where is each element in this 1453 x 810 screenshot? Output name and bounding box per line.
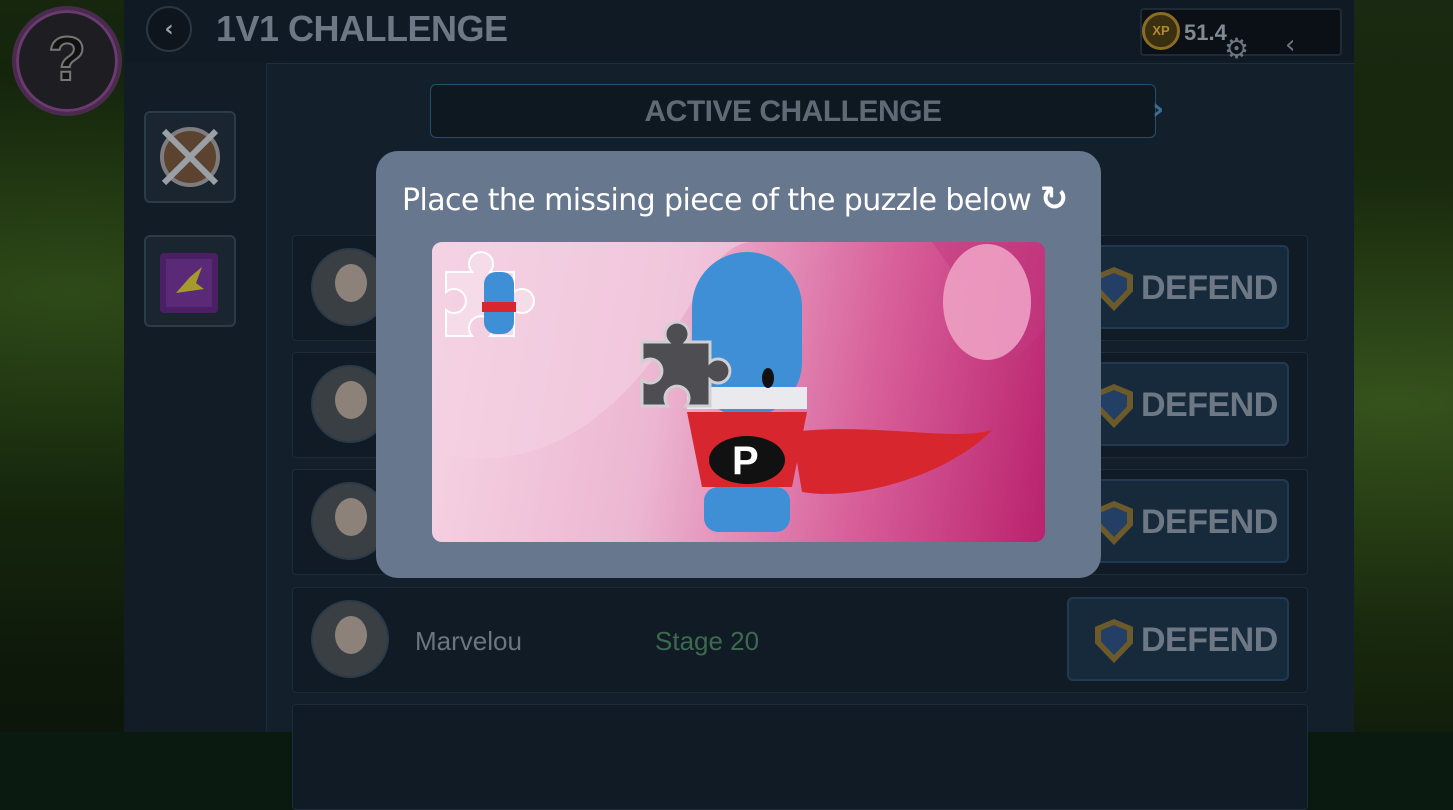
captcha-illustration: P [432, 242, 1045, 532]
challenge-row [292, 704, 1308, 810]
back-button[interactable]: ‹ [146, 6, 192, 52]
spellbook-icon [160, 253, 218, 313]
crossed-swords-icon [160, 127, 220, 187]
gear-icon[interactable]: ⚙ [1224, 32, 1254, 65]
challenge-row: Marvelou Stage 20 DEFEND [292, 587, 1308, 693]
puzzle-image: P [432, 242, 1045, 542]
side-menu [124, 63, 267, 732]
active-challenge-tab[interactable]: ACTIVE CHALLENGE [430, 84, 1156, 138]
captcha-instruction: Place the missing piece of the puzzle be… [402, 183, 1032, 218]
battle-tab-button[interactable] [144, 111, 236, 203]
page-title: 1V1 CHALLENGE [216, 8, 508, 49]
shield-icon [1095, 619, 1133, 663]
tab-next-arrow[interactable]: › [1146, 92, 1170, 128]
share-icon[interactable]: ‹ [1285, 30, 1295, 60]
book-tab-button[interactable] [144, 235, 236, 327]
panel-header: ‹ 1V1 CHALLENGE XP 51.4 [124, 0, 1354, 64]
tab-label: ACTIVE CHALLENGE [644, 95, 942, 128]
xp-badge-icon: XP [1142, 12, 1180, 50]
avatar [311, 600, 389, 678]
chevron-left-icon: ‹ [164, 17, 174, 42]
refresh-icon[interactable]: ↻ [1034, 179, 1074, 219]
player-avatar[interactable]: ? [12, 6, 122, 116]
captcha-modal: Place the missing piece of the puzzle be… [376, 151, 1101, 578]
stage-label: Stage 20 [655, 626, 760, 656]
svg-text:P: P [732, 439, 759, 483]
defend-button[interactable]: DEFEND [1067, 597, 1289, 681]
player-name: Marvelou [415, 626, 522, 656]
xp-value: 51.4 [1184, 20, 1227, 45]
